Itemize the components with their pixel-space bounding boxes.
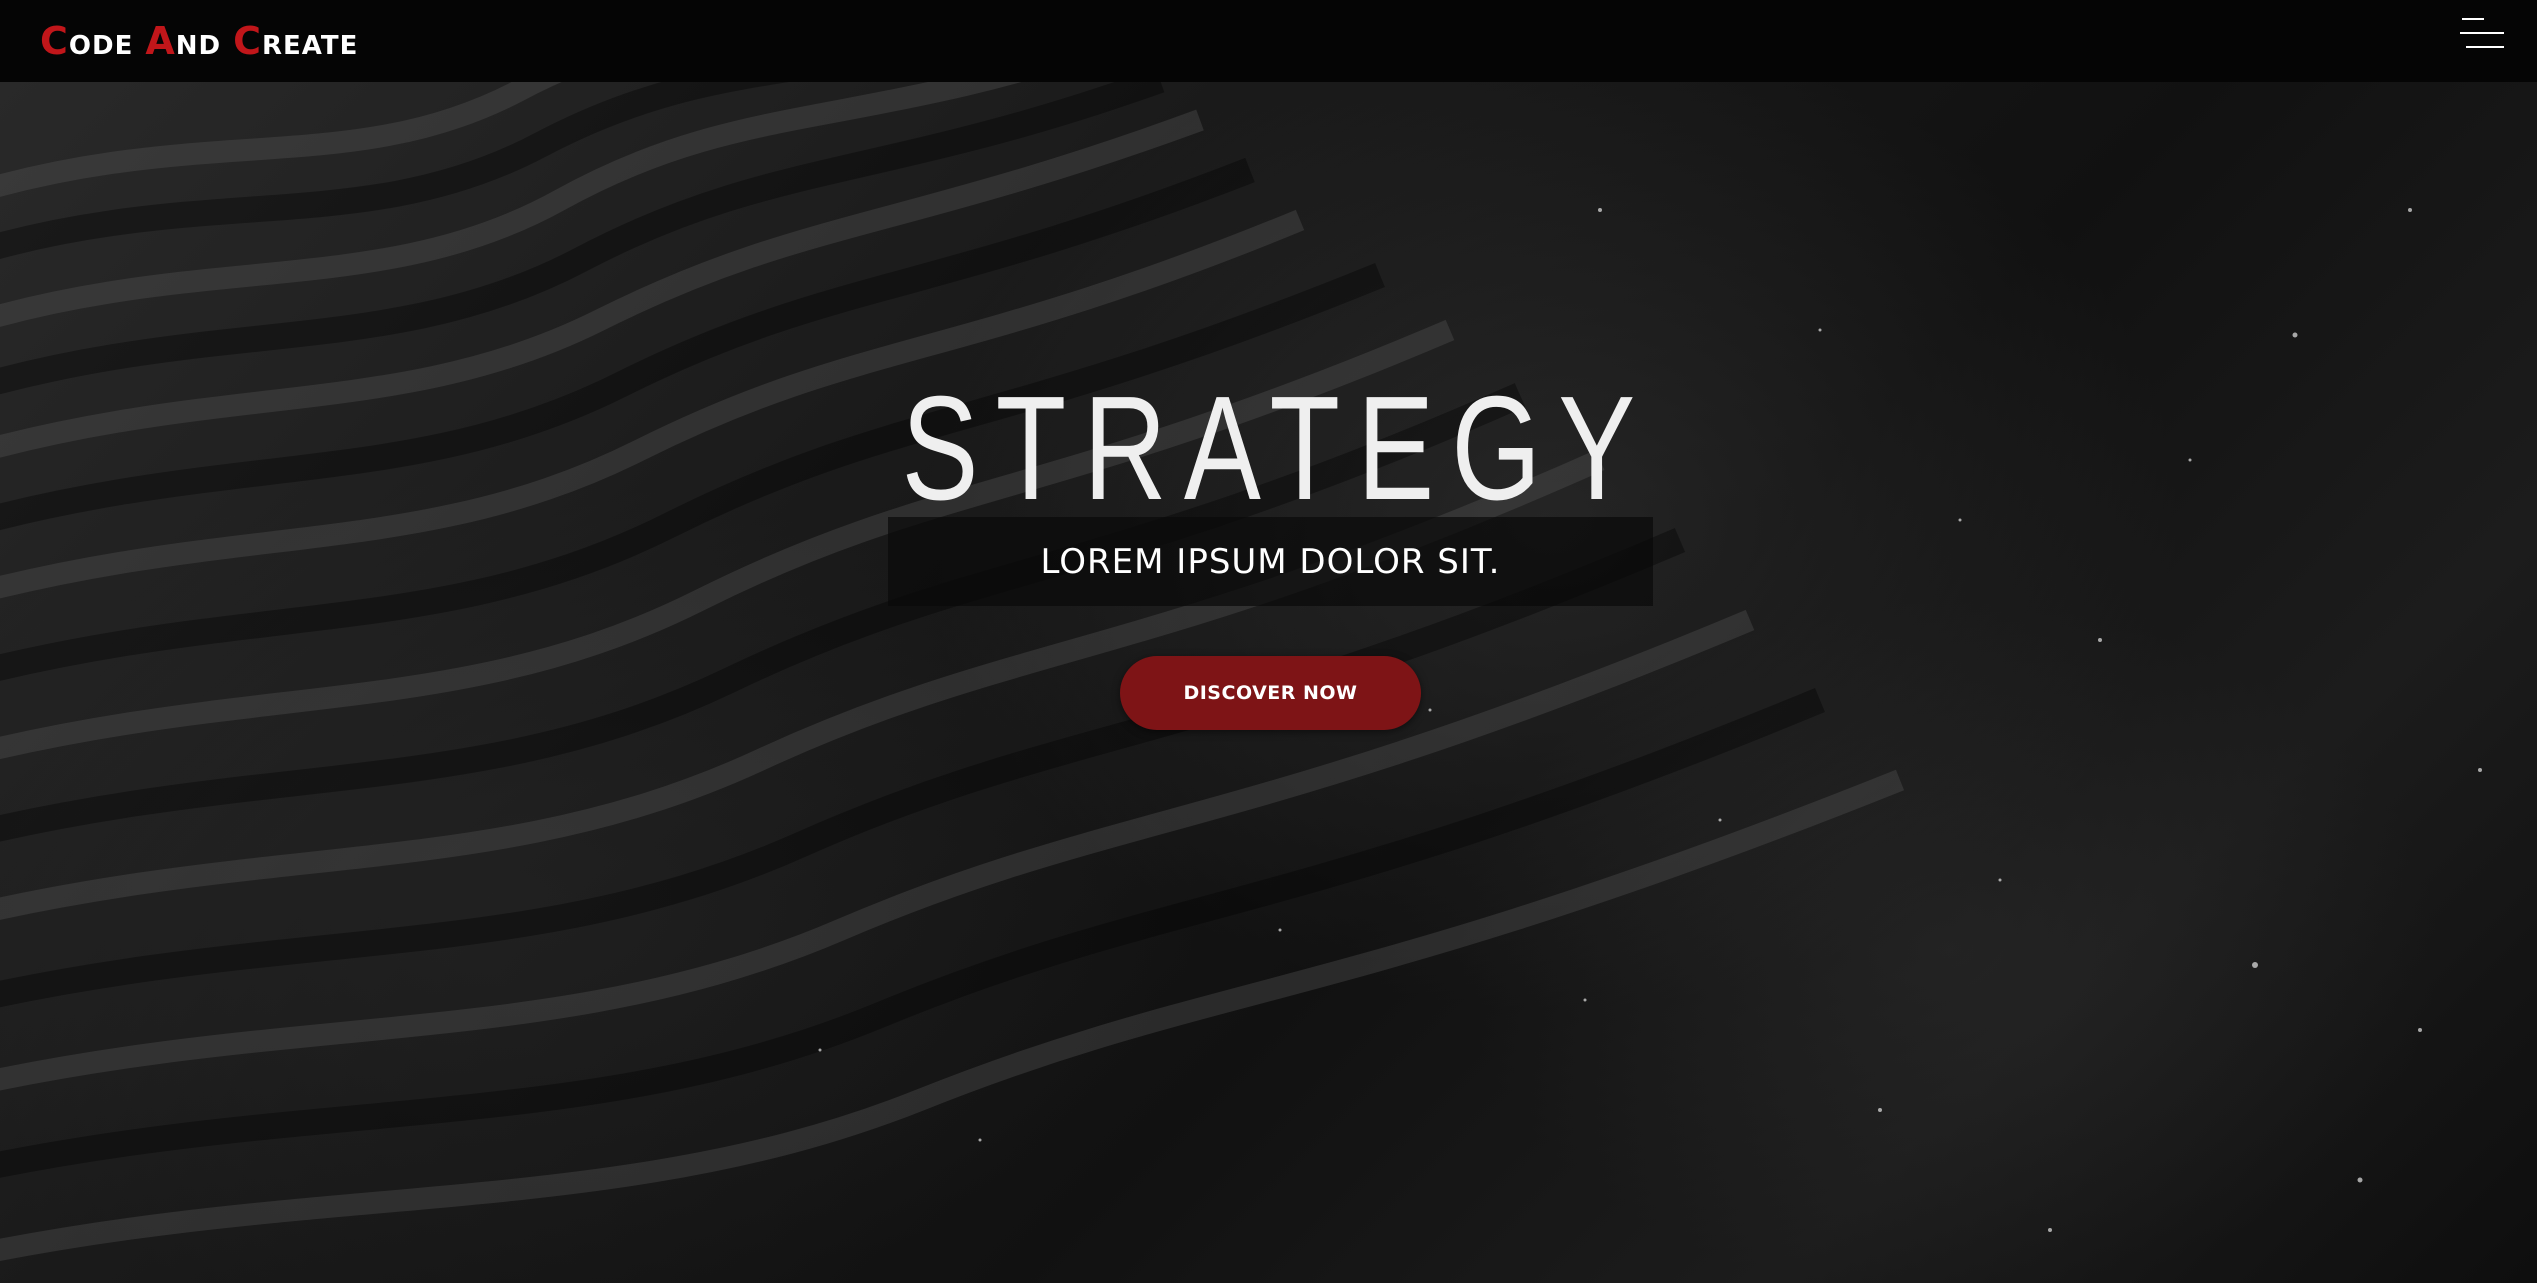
site-logo[interactable]: Code And Create xyxy=(40,22,370,60)
hamburger-line xyxy=(2462,18,2484,20)
hamburger-icon[interactable] xyxy=(2454,14,2506,54)
hamburger-line xyxy=(2460,32,2504,34)
hero-subtitle: LOREM IPSUM DOLOR SIT. xyxy=(1040,541,1501,582)
logo-initial: C xyxy=(40,19,69,63)
navigation-bar: Code And Create xyxy=(0,0,2537,82)
sand-texture xyxy=(0,0,2482,1262)
logo-initial: A xyxy=(145,19,176,63)
hamburger-line xyxy=(2466,46,2504,48)
logo-word-and: And xyxy=(145,22,221,60)
logo-word-code: Code xyxy=(40,22,133,60)
discover-now-button[interactable]: DISCOVER NOW xyxy=(1120,656,1421,730)
hero-title: STRATEGY xyxy=(901,366,1653,532)
landing-page: Code And Create STRATEGY LOREM IPSUM DOLOR… xyxy=(0,0,2537,1283)
logo-word-rest: nd xyxy=(175,31,222,61)
logo-initial: C xyxy=(233,19,262,63)
logo-word-rest: ode xyxy=(68,31,134,61)
hero-subtitle-box: LOREM IPSUM DOLOR SIT. xyxy=(888,517,1653,606)
logo-word-create: Create xyxy=(233,22,358,60)
hero-background-image xyxy=(0,0,2537,1283)
logo-word-rest: reate xyxy=(262,31,359,61)
